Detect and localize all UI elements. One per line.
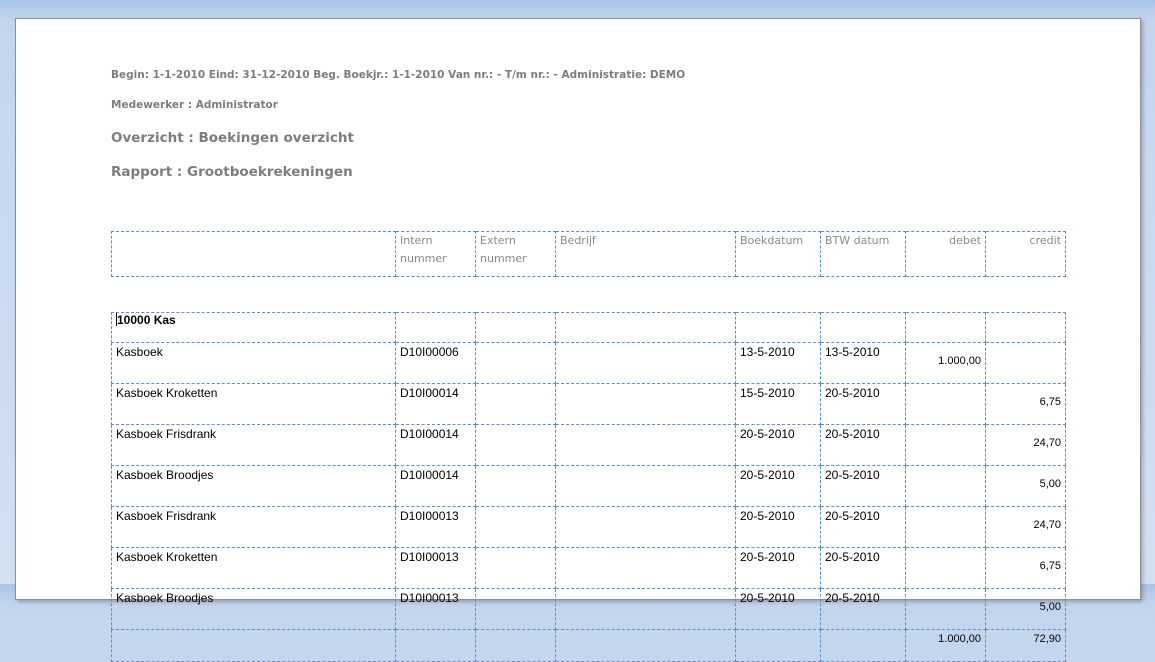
cell-extern xyxy=(475,424,556,466)
col-header-company: Bedrijf xyxy=(555,231,736,277)
empty-cell xyxy=(820,312,906,343)
cell-company xyxy=(555,465,736,507)
empty-cell xyxy=(735,629,821,662)
cell-vat-date: 20-5-2010 xyxy=(820,547,906,589)
ledger-table: 10000 Kas Kasboek D10I00006 13-5-2010 13-5-… xyxy=(111,312,1066,662)
cell-credit: 6,75 xyxy=(985,383,1066,425)
cell-company xyxy=(555,547,736,589)
empty-cell xyxy=(111,629,396,662)
report-title: Rapport : Grootboekrekeningen xyxy=(111,164,353,180)
cell-book-date: 13-5-2010 xyxy=(735,342,821,384)
cell-intern: D10I00006 xyxy=(395,342,476,384)
empty-cell xyxy=(395,629,476,662)
cell-company xyxy=(555,506,736,548)
cell-book-date: 20-5-2010 xyxy=(735,506,821,548)
empty-cell xyxy=(820,629,906,662)
col-header-credit: credit xyxy=(985,231,1066,277)
cell-extern xyxy=(475,383,556,425)
cell-debit xyxy=(905,547,986,589)
empty-cell xyxy=(475,629,556,662)
cell-intern: D10I00014 xyxy=(395,465,476,507)
cell-description: Kasboek Kroketten xyxy=(111,547,396,589)
group-row: 10000 Kas xyxy=(111,312,1066,343)
cell-description: Kasboek xyxy=(111,342,396,384)
cell-book-date: 20-5-2010 xyxy=(735,465,821,507)
group-label-cell[interactable]: 10000 Kas xyxy=(111,312,396,343)
table-row: Kasboek Broodjes D10I00013 20-5-2010 20-5-2… xyxy=(111,588,1066,630)
cell-debit xyxy=(905,465,986,507)
cell-description: Kasboek Frisdrank xyxy=(111,506,396,548)
cell-credit: 6,75 xyxy=(985,547,1066,589)
cell-extern xyxy=(475,465,556,507)
cell-intern: D10I00013 xyxy=(395,506,476,548)
empty-cell xyxy=(735,312,821,343)
cell-intern: D10I00013 xyxy=(395,547,476,589)
cell-description: Kasboek Kroketten xyxy=(111,383,396,425)
cell-extern xyxy=(475,547,556,589)
cell-debit xyxy=(905,383,986,425)
cell-debit xyxy=(905,506,986,548)
cell-book-date: 15-5-2010 xyxy=(735,383,821,425)
col-header-description xyxy=(111,231,396,277)
cell-debit xyxy=(905,588,986,630)
empty-cell xyxy=(985,312,1066,343)
cell-company xyxy=(555,424,736,466)
group-label: 10000 Kas xyxy=(117,313,176,328)
empty-cell xyxy=(555,312,736,343)
cell-credit: 24,70 xyxy=(985,424,1066,466)
cell-description: Kasboek Broodjes xyxy=(111,588,396,630)
cell-description: Kasboek Frisdrank xyxy=(111,424,396,466)
cell-credit xyxy=(985,342,1066,384)
report-page: Begin: 1-1-2010 Eind: 31-12-2010 Beg. Bo… xyxy=(15,18,1141,662)
col-header-intern: Intern nummer xyxy=(395,231,476,277)
cell-vat-date: 13-5-2010 xyxy=(820,342,906,384)
cell-vat-date: 20-5-2010 xyxy=(820,465,906,507)
report-parameters: Begin: 1-1-2010 Eind: 31-12-2010 Beg. Bo… xyxy=(111,69,686,81)
cell-extern xyxy=(475,506,556,548)
cell-extern xyxy=(475,588,556,630)
empty-cell xyxy=(555,629,736,662)
cell-vat-date: 20-5-2010 xyxy=(820,424,906,466)
cell-book-date: 20-5-2010 xyxy=(735,424,821,466)
col-header-book-date: Boekdatum xyxy=(735,231,821,277)
empty-cell xyxy=(905,312,986,343)
cell-company xyxy=(555,383,736,425)
cell-vat-date: 20-5-2010 xyxy=(820,588,906,630)
col-header-extern: Extern nummer xyxy=(475,231,556,277)
cell-book-date: 20-5-2010 xyxy=(735,547,821,589)
table-row: Kasboek Kroketten D10I00014 15-5-2010 20-5-… xyxy=(111,383,1066,425)
empty-cell xyxy=(395,312,476,343)
cell-debit: 1.000,00 xyxy=(905,342,986,384)
cell-credit: 5,00 xyxy=(985,465,1066,507)
table-row: Kasboek Frisdrank D10I00013 20-5-2010 20-5-… xyxy=(111,506,1066,548)
cell-company xyxy=(555,342,736,384)
cell-vat-date: 20-5-2010 xyxy=(820,383,906,425)
cell-vat-date: 20-5-2010 xyxy=(820,506,906,548)
table-row: Kasboek Broodjes D10I00014 20-5-2010 20-5-2… xyxy=(111,465,1066,507)
cell-extern xyxy=(475,342,556,384)
column-header-table: Intern nummer Extern nummer Bedrijf Boek… xyxy=(111,231,1066,277)
total-credit: 72,90 xyxy=(985,629,1066,662)
cell-intern: D10I00014 xyxy=(395,424,476,466)
totals-row: 1.000,00 72,90 xyxy=(111,629,1066,662)
table-row: Kasboek Frisdrank D10I00014 20-5-2010 20-5-… xyxy=(111,424,1066,466)
cell-company xyxy=(555,588,736,630)
overview-title: Overzicht : Boekingen overzicht xyxy=(111,130,354,146)
cell-book-date: 20-5-2010 xyxy=(735,588,821,630)
employee-line: Medewerker : Administrator xyxy=(111,99,278,111)
table-row: Kasboek D10I00006 13-5-2010 13-5-2010 1.000,… xyxy=(111,342,1066,384)
cell-credit: 24,70 xyxy=(985,506,1066,548)
col-header-debit: debet xyxy=(905,231,986,277)
cell-credit: 5,00 xyxy=(985,588,1066,630)
cell-description: Kasboek Broodjes xyxy=(111,465,396,507)
empty-cell xyxy=(475,312,556,343)
total-debit: 1.000,00 xyxy=(905,629,986,662)
table-row: Kasboek Kroketten D10I00013 20-5-2010 20-5-… xyxy=(111,547,1066,589)
col-header-vat-date: BTW datum xyxy=(820,231,906,277)
cell-debit xyxy=(905,424,986,466)
cell-intern: D10I00014 xyxy=(395,383,476,425)
cell-intern: D10I00013 xyxy=(395,588,476,630)
